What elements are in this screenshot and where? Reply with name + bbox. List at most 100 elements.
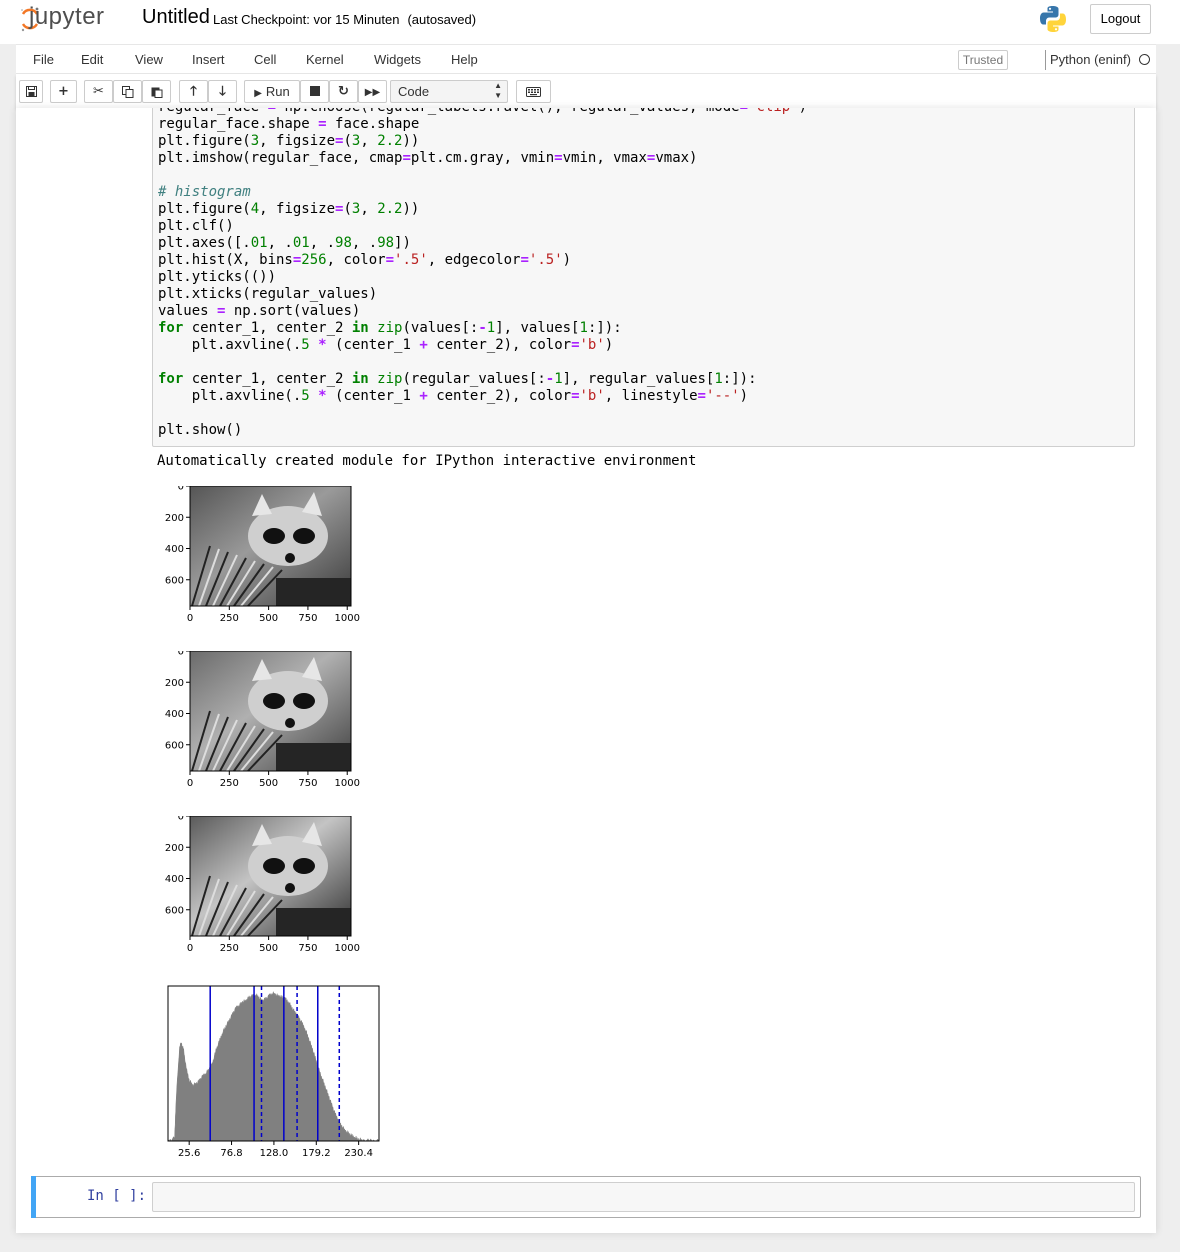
menu-help[interactable]: Help	[451, 52, 478, 67]
menu-file[interactable]: File	[33, 52, 54, 67]
y-tick-label: 600	[165, 740, 184, 751]
restart-button[interactable]: ↻	[329, 80, 358, 103]
cell-type-value: Code	[398, 84, 430, 99]
trusted-indicator[interactable]: Trusted	[958, 50, 1008, 70]
interrupt-button[interactable]	[300, 80, 329, 103]
save-button[interactable]	[19, 80, 43, 103]
menu-kernel[interactable]: Kernel	[306, 52, 344, 67]
image-plot-1-svg: 0 200 400 600 0 250 500 750 1000	[165, 482, 360, 625]
x-tick-label: 76.8	[220, 1148, 242, 1159]
histogram-svg: 25.6 76.8 128.0 179.2 230.4	[167, 985, 380, 1159]
x-tick-label: 25.6	[178, 1148, 200, 1159]
paste-button[interactable]	[142, 80, 171, 103]
histogram-plot: 25.6 76.8 128.0 179.2 230.4	[160, 980, 390, 1167]
cut-icon: ✂	[93, 84, 104, 99]
x-tick-label: 750	[298, 613, 317, 624]
restart-run-all-button[interactable]: ▶▶	[358, 80, 387, 103]
select-arrows-icon: ▲ ▼	[494, 81, 502, 100]
notebook-name[interactable]: Untitled	[142, 6, 210, 29]
autosave-text: (autosaved)	[407, 12, 477, 27]
menu-cell[interactable]: Cell	[254, 52, 276, 67]
empty-code-cell[interactable]: In [ ]:	[31, 1176, 1141, 1218]
checkpoint-status: Last Checkpoint: vor 15 Minuten (autosave…	[213, 12, 476, 27]
restart-icon: ↻	[338, 84, 349, 99]
run-button[interactable]: ▶ Run	[244, 80, 300, 103]
code-line: plt.clf()	[158, 218, 234, 234]
code-cell-input[interactable]: regular_face = np.choose(regular_labels.…	[152, 108, 1135, 447]
y-tick-label: 0	[178, 486, 184, 493]
x-tick-label: 230.4	[344, 1148, 373, 1159]
raccoon-mask	[263, 528, 285, 544]
y-tick-label: 200	[165, 513, 184, 524]
cell-prompt: In [ ]:	[87, 1188, 147, 1204]
arrow-up-icon: 🡑	[190, 84, 197, 99]
fast-forward-icon: ▶▶	[364, 87, 381, 98]
python-logo-icon	[1040, 6, 1066, 32]
code-editor[interactable]: regular_face = np.choose(regular_labels.…	[158, 108, 807, 439]
x-tick-label: 179.2	[302, 1148, 331, 1159]
command-palette-button[interactable]	[516, 80, 551, 103]
code-line: # histogram	[158, 184, 251, 200]
y-tick-label: 600	[165, 905, 184, 916]
image-plot-3-svg: 0 200 400 600 0 250 500 750 1000	[165, 812, 360, 955]
code-line: values = np.sort(values)	[158, 303, 361, 319]
kernel-separator	[1045, 50, 1046, 70]
x-tick-label: 750	[298, 778, 317, 789]
cell-selected-indicator	[31, 1176, 36, 1218]
cell-type-select[interactable]: Code ▲ ▼	[390, 80, 508, 103]
dark-region	[276, 743, 351, 771]
raccoon-mask	[293, 528, 315, 544]
insert-cell-button[interactable]: +	[50, 80, 77, 103]
arrow-down-icon: 🡓	[219, 84, 226, 99]
raccoon-mask	[263, 858, 285, 874]
y-tick-label: 400	[165, 709, 184, 720]
menu-insert[interactable]: Insert	[192, 52, 225, 67]
stop-icon	[309, 86, 320, 96]
image-plot-3: 0 200 400 600 0 250 500 750 1000	[160, 812, 370, 966]
menu-view[interactable]: View	[135, 52, 163, 67]
x-tick-label: 250	[220, 613, 239, 624]
y-tick-label: 0	[178, 816, 184, 823]
code-line: plt.xticks(regular_values)	[158, 286, 378, 302]
menu-edit[interactable]: Edit	[81, 52, 103, 67]
image-plot-2: 0 200 400 600 0 250 500 750 1000	[160, 647, 370, 801]
play-icon: ▶	[254, 88, 262, 99]
code-line: plt.yticks(())	[158, 269, 277, 285]
paste-icon	[151, 87, 162, 98]
jupyter-logo-text[interactable]: jupyter	[29, 3, 105, 31]
move-up-button[interactable]: 🡑	[179, 80, 208, 103]
image-plot-1: 0 200 400 600 0 250 500 750 1000	[160, 482, 370, 636]
logout-button[interactable]: Logout	[1090, 4, 1151, 34]
y-tick-label: 0	[178, 651, 184, 658]
cut-button[interactable]: ✂	[84, 80, 113, 103]
code-line: plt.axvline(.5 * (center_1 + center_2), …	[158, 388, 749, 404]
copy-icon	[121, 86, 133, 98]
empty-cell-input[interactable]	[152, 1182, 1135, 1212]
code-line: plt.figure(4, figsize=(3, 2.2))	[158, 201, 420, 217]
code-line: plt.hist(X, bins=256, color='.5', edgeco…	[158, 252, 572, 268]
kernel-name[interactable]: Python (eninf)	[1050, 52, 1131, 67]
histogram-bars	[167, 990, 380, 1142]
checkpoint-text: Last Checkpoint: vor 15 Minuten	[213, 12, 400, 27]
y-tick-label: 200	[165, 678, 184, 689]
move-down-button[interactable]: 🡓	[208, 80, 237, 103]
x-tick-label: 0	[187, 613, 193, 624]
copy-button[interactable]	[113, 80, 142, 103]
menubar: File Edit View Insert Cell Kernel Widget…	[16, 44, 1156, 74]
dark-region	[276, 578, 351, 606]
menu-widgets[interactable]: Widgets	[374, 52, 421, 67]
dark-region	[276, 908, 351, 936]
x-tick-label: 1000	[335, 613, 360, 624]
y-tick-label: 200	[165, 843, 184, 854]
code-line: regular_face.shape = face.shape	[158, 116, 420, 132]
code-line: for center_1, center_2 in zip(regular_va…	[158, 371, 757, 387]
plus-icon: +	[58, 84, 69, 99]
x-tick-label: 0	[187, 943, 193, 954]
kernel-idle-icon	[1139, 54, 1150, 65]
raccoon-nose	[285, 718, 295, 728]
raccoon-mask	[293, 693, 315, 709]
output-stdout: Automatically created module for IPython…	[157, 453, 697, 469]
x-tick-label: 128.0	[260, 1148, 289, 1159]
code-line: plt.figure(3, figsize=(3, 2.2))	[158, 133, 420, 149]
x-tick-label: 750	[298, 943, 317, 954]
